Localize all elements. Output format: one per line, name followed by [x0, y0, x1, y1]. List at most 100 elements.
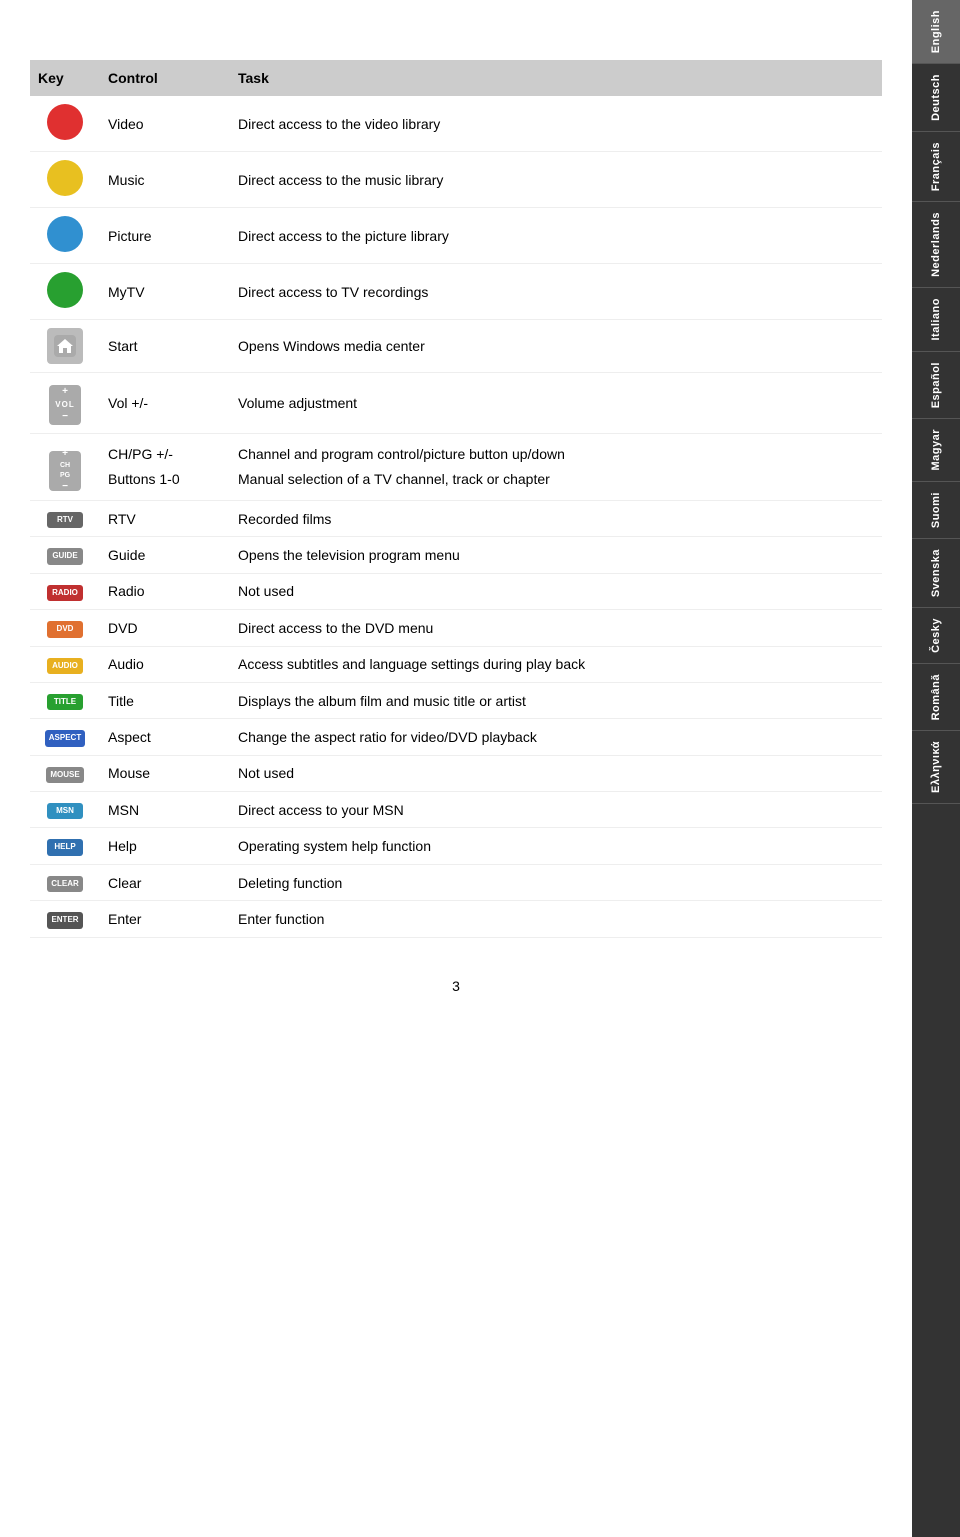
control-cell-rtv: RTV [100, 500, 230, 536]
key-cell-aspect: ASPECT [30, 719, 100, 755]
title-key-icon: TITLE [47, 694, 83, 710]
key-cell-radio: RADIO [30, 573, 100, 609]
header-control: Control [100, 60, 230, 96]
control-cell-title: Title [100, 682, 230, 718]
lang-label-suomi: Suomi [930, 492, 942, 528]
main-content: Key Control Task Video Direct access to … [0, 0, 912, 1054]
table-row: Video Direct access to the video library [30, 96, 882, 152]
mytv-key-icon [47, 272, 83, 308]
key-cell-msn: MSN [30, 792, 100, 828]
guide-key-icon: GUIDE [47, 548, 83, 564]
picture-key-icon [47, 216, 83, 252]
lang-tab-suomi[interactable]: Suomi [912, 482, 960, 539]
lang-label-greek: Ελληνικά [930, 741, 942, 793]
lang-tab-romana[interactable]: Română [912, 664, 960, 731]
dvd-key-icon: DVD [47, 621, 83, 637]
key-cell-guide: GUIDE [30, 537, 100, 573]
key-table: Key Control Task Video Direct access to … [30, 60, 882, 938]
page-number: 3 [30, 978, 882, 994]
table-row: ASPECT Aspect Change the aspect ratio fo… [30, 719, 882, 755]
lang-tab-greek[interactable]: Ελληνικά [912, 731, 960, 804]
task-chpg-line1: Channel and program control/picture butt… [238, 442, 874, 467]
lang-label-english: English [930, 10, 942, 53]
task-cell-msn: Direct access to your MSN [230, 792, 882, 828]
task-cell-aspect: Change the aspect ratio for video/DVD pl… [230, 719, 882, 755]
msn-key-icon: MSN [47, 803, 83, 819]
task-cell-radio: Not used [230, 573, 882, 609]
task-cell-enter: Enter function [230, 901, 882, 937]
control-cell-guide: Guide [100, 537, 230, 573]
control-cell-mouse: Mouse [100, 755, 230, 791]
task-cell-start: Opens Windows media center [230, 320, 882, 373]
key-cell-mouse: MOUSE [30, 755, 100, 791]
control-cell-aspect: Aspect [100, 719, 230, 755]
lang-tab-cesky[interactable]: Česky [912, 608, 960, 664]
task-cell-dvd: Direct access to the DVD menu [230, 610, 882, 646]
lang-label-magyar: Magyar [930, 429, 942, 471]
table-row: CLEAR Clear Deleting function [30, 864, 882, 900]
task-cell-mouse: Not used [230, 755, 882, 791]
lang-label-cesky: Česky [930, 618, 942, 653]
lang-tab-italiano[interactable]: Italiano [912, 288, 960, 352]
key-cell-title: TITLE [30, 682, 100, 718]
key-cell-enter: ENTER [30, 901, 100, 937]
control-cell-audio: Audio [100, 646, 230, 682]
task-chpg-line2: Manual selection of a TV channel, track … [238, 467, 874, 492]
lang-label-espanol: Español [930, 362, 942, 408]
key-cell-vol: + VOL − [30, 373, 100, 434]
key-cell-help: HELP [30, 828, 100, 864]
table-row: TITLE Title Displays the album film and … [30, 682, 882, 718]
task-cell-video: Direct access to the video library [230, 96, 882, 152]
rtv-key-icon: RTV [47, 512, 83, 528]
control-cell-chpg: CH/PG +/- Buttons 1-0 [100, 433, 230, 500]
key-cell-chpg: + CHPG − [30, 433, 100, 500]
control-cell-picture: Picture [100, 208, 230, 264]
chpg-key-icon: + CHPG − [49, 451, 81, 491]
table-row: + VOL − Vol +/- Volume adjustment [30, 373, 882, 434]
key-cell-rtv: RTV [30, 500, 100, 536]
task-cell-clear: Deleting function [230, 864, 882, 900]
table-row: GUIDE Guide Opens the television program… [30, 537, 882, 573]
task-cell-rtv: Recorded films [230, 500, 882, 536]
header-key: Key [30, 60, 100, 96]
music-key-icon [47, 160, 83, 196]
key-cell-video [30, 96, 100, 152]
clear-key-icon: CLEAR [47, 876, 83, 892]
control-cell-dvd: DVD [100, 610, 230, 646]
task-cell-help: Operating system help function [230, 828, 882, 864]
control-cell-enter: Enter [100, 901, 230, 937]
lang-tab-deutsch[interactable]: Deutsch [912, 64, 960, 132]
lang-tab-espanol[interactable]: Español [912, 352, 960, 419]
table-row: MSN MSN Direct access to your MSN [30, 792, 882, 828]
vol-key-icon: + VOL − [49, 385, 81, 425]
control-chpg-line1: CH/PG +/- [108, 442, 222, 467]
lang-label-nederlands: Nederlands [930, 212, 942, 277]
table-row: Picture Direct access to the picture lib… [30, 208, 882, 264]
control-cell-mytv: MyTV [100, 264, 230, 320]
table-row: MOUSE Mouse Not used [30, 755, 882, 791]
header-task: Task [230, 60, 882, 96]
table-row: Music Direct access to the music library [30, 152, 882, 208]
lang-tab-nederlands[interactable]: Nederlands [912, 202, 960, 288]
control-cell-clear: Clear [100, 864, 230, 900]
task-cell-mytv: Direct access to TV recordings [230, 264, 882, 320]
control-cell-video: Video [100, 96, 230, 152]
enter-key-icon: ENTER [47, 912, 83, 928]
table-row: RTV RTV Recorded films [30, 500, 882, 536]
table-row: AUDIO Audio Access subtitles and languag… [30, 646, 882, 682]
lang-tab-francais[interactable]: Français [912, 132, 960, 202]
lang-tab-svenska[interactable]: Svenska [912, 539, 960, 608]
control-cell-help: Help [100, 828, 230, 864]
task-cell-picture: Direct access to the picture library [230, 208, 882, 264]
radio-key-icon: RADIO [47, 585, 83, 601]
start-key-icon [47, 328, 83, 364]
lang-label-deutsch: Deutsch [930, 74, 942, 121]
table-row: + CHPG − CH/PG +/- Buttons 1-0 Channel a… [30, 433, 882, 500]
table-row: MyTV Direct access to TV recordings [30, 264, 882, 320]
lang-tab-magyar[interactable]: Magyar [912, 419, 960, 482]
control-chpg-line2: Buttons 1-0 [108, 467, 222, 492]
control-cell-start: Start [100, 320, 230, 373]
lang-tab-english[interactable]: English [912, 0, 960, 64]
control-cell-music: Music [100, 152, 230, 208]
key-cell-picture [30, 208, 100, 264]
